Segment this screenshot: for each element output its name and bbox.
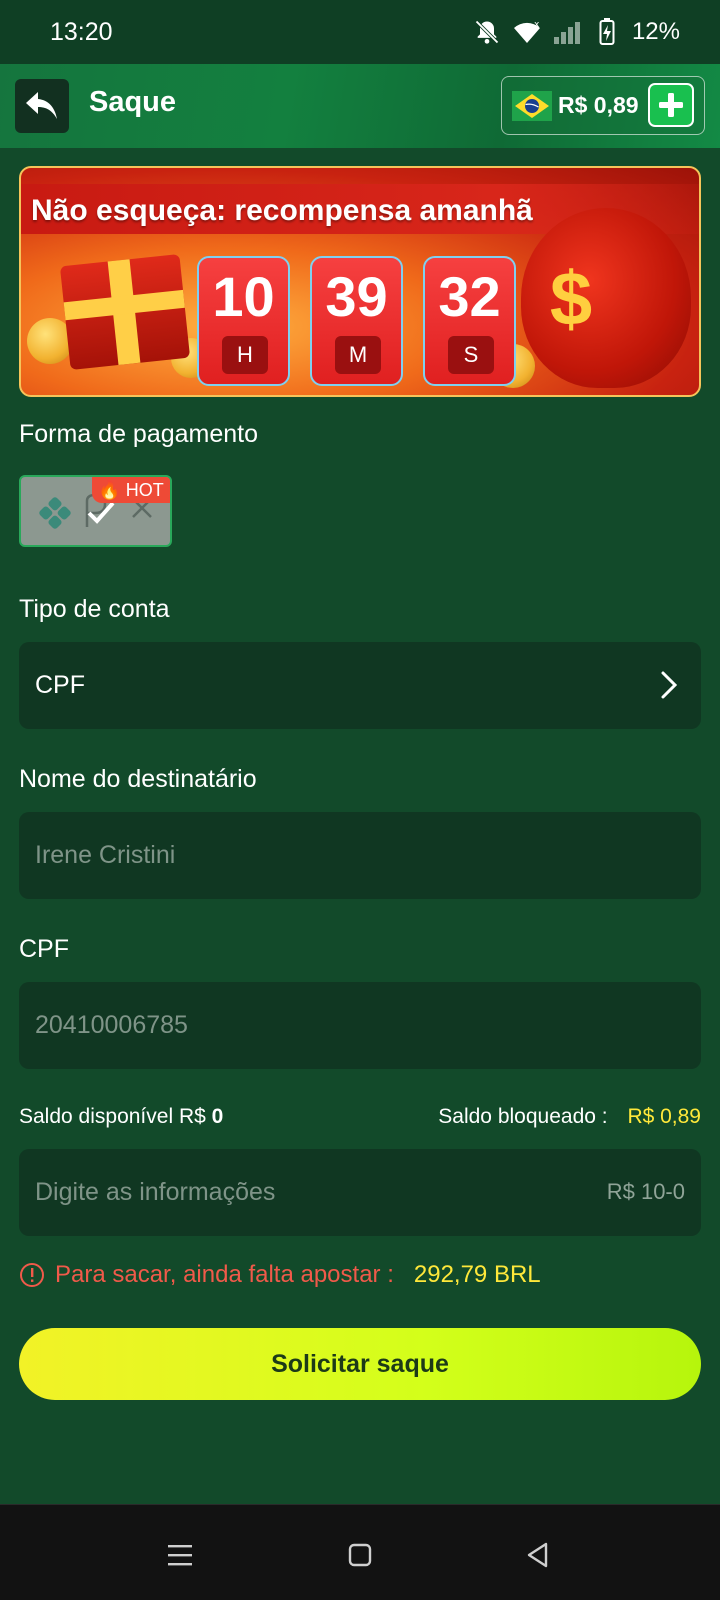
back-triangle-icon <box>527 1542 548 1568</box>
brazil-flag-icon <box>512 90 552 121</box>
request-withdrawal-button[interactable]: Solicitar saque <box>19 1328 701 1400</box>
header-balance: R$ 0,89 <box>558 92 639 118</box>
status-time: 13:20 <box>50 17 113 46</box>
hot-badge-text: HOT <box>125 480 164 500</box>
account-type-select[interactable]: CPF <box>19 642 701 729</box>
cpf-label: CPF <box>19 935 69 963</box>
recipient-label: Nome do destinatário <box>19 765 257 793</box>
signal-icon <box>552 17 582 47</box>
blocked-balance-value: R$ 0,89 <box>627 1105 701 1128</box>
available-balance-value: 0 <box>211 1105 224 1128</box>
alert-circle-icon <box>20 1263 44 1287</box>
wager-remaining-amount: 292,79 BRL <box>413 1261 541 1288</box>
recent-apps-button[interactable] <box>160 1535 200 1575</box>
back-button[interactable] <box>15 79 69 133</box>
back-nav-button[interactable] <box>518 1535 558 1575</box>
reward-banner[interactable]: $ Não esqueça: recompensa amanhã 10 H 39… <box>19 166 701 397</box>
timer-minutes-value: 39 <box>325 265 388 328</box>
timer-seconds-unit: S <box>448 336 494 374</box>
home-button[interactable] <box>340 1535 380 1575</box>
notifications-muted-icon <box>472 17 502 47</box>
page-title: Saque <box>89 86 177 118</box>
plus-icon <box>659 93 683 117</box>
amount-placeholder: Digite as informações <box>35 1178 276 1206</box>
blocked-balance-label: Saldo bloqueado : <box>438 1105 608 1128</box>
available-balance: Saldo disponível R$ 0 <box>19 1105 223 1129</box>
chevron-right-icon <box>661 671 678 699</box>
timer-seconds: 32 S <box>423 256 516 386</box>
battery-charging-icon <box>592 17 622 47</box>
account-type-value: CPF <box>35 671 85 699</box>
available-balance-label: Saldo disponível R$ <box>19 1105 206 1128</box>
back-arrow-icon <box>26 92 57 119</box>
home-square-icon <box>348 1543 372 1567</box>
amount-range-hint: R$ 10-0 <box>606 1179 685 1204</box>
timer-seconds-value: 32 <box>438 265 501 328</box>
header: Saque R$ 0,89 <box>0 64 720 148</box>
battery-percent: 12% <box>631 18 680 45</box>
timer-hours: 10 H <box>197 256 290 386</box>
add-funds-button[interactable] <box>648 83 694 127</box>
svg-text:x: x <box>534 20 540 30</box>
payment-method-label: Forma de pagamento <box>19 420 259 448</box>
status-icons: x 12% <box>472 17 680 47</box>
hot-badge: 🔥 HOT <box>92 477 170 503</box>
cpf-value: 20410006785 <box>35 1011 188 1039</box>
wager-warning-text: Para sacar, ainda falta apostar : <box>55 1261 394 1288</box>
menu-lines-icon <box>168 1545 192 1566</box>
timer-minutes-unit: M <box>335 336 381 374</box>
system-nav-bar <box>0 1504 720 1600</box>
recipient-name-field[interactable]: Irene Cristini <box>19 812 701 899</box>
pix-payment-option[interactable]: 🔥 HOT <box>19 475 172 547</box>
dollar-sign-icon: $ <box>549 257 593 342</box>
recipient-name-value: Irene Cristini <box>35 841 176 869</box>
withdraw-amount-input[interactable]: Digite as informações R$ 10-0 <box>19 1149 701 1236</box>
flame-icon: 🔥 <box>98 480 121 500</box>
balance-box[interactable]: R$ 0,89 <box>501 76 705 135</box>
wifi-icon: x <box>512 17 542 47</box>
banner-title: Não esqueça: recompensa amanhã <box>31 194 533 227</box>
timer-hours-unit: H <box>222 336 268 374</box>
timer-hours-value: 10 <box>212 265 275 328</box>
blocked-balance: Saldo bloqueado : R$ 0,89 <box>438 1105 701 1129</box>
gift-box-icon <box>59 254 191 370</box>
cpf-field[interactable]: 20410006785 <box>19 982 701 1069</box>
timer-minutes: 39 M <box>310 256 403 386</box>
status-bar: 13:20 x 12% <box>0 0 720 64</box>
account-type-label: Tipo de conta <box>19 595 170 623</box>
wager-warning: Para sacar, ainda falta apostar : 292,79… <box>19 1261 541 1289</box>
